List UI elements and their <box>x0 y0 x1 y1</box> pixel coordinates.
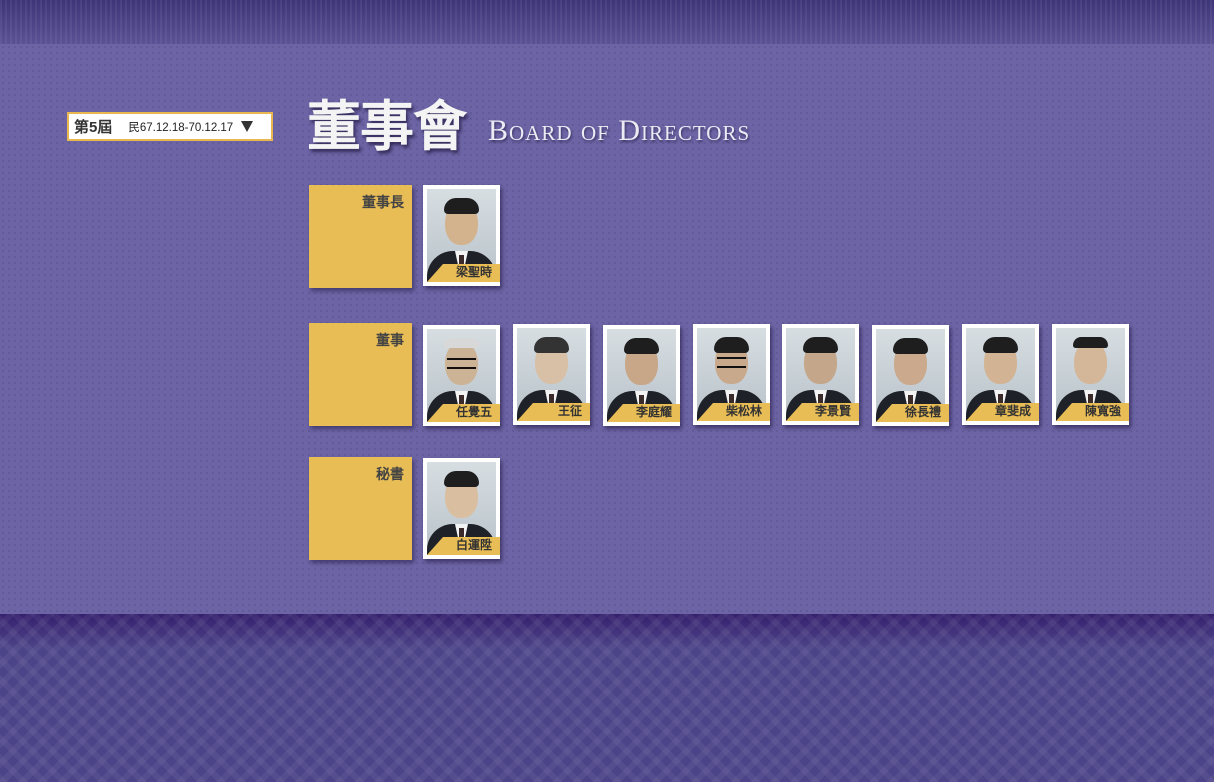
member-name: 王征 <box>557 404 582 418</box>
dropdown-arrow-icon[interactable] <box>241 121 254 132</box>
member-card[interactable]: 白運陞 <box>423 458 500 559</box>
role-label: 董事 <box>376 333 404 349</box>
member-name: 白運陞 <box>455 538 492 552</box>
term-label: 第5屆 <box>74 119 113 136</box>
role-box-chairman: 董事長 <box>309 185 412 288</box>
member-card[interactable]: 柴松林 <box>693 324 770 425</box>
member-name: 陳寬強 <box>1084 404 1121 418</box>
term-select[interactable]: 第5屆 民67.12.18-70.12.17 <box>67 112 273 141</box>
page-subtitle: Board of Directors <box>488 114 751 147</box>
member-name: 任覺五 <box>455 405 492 419</box>
member-card[interactable]: 李景賢 <box>782 324 859 425</box>
member-card[interactable]: 徐長禮 <box>872 325 949 426</box>
bottom-banner <box>0 614 1214 782</box>
member-card[interactable]: 李庭耀 <box>603 325 680 426</box>
member-card[interactable]: 章斐成 <box>962 324 1039 425</box>
member-name: 梁聖時 <box>455 265 492 279</box>
role-box-director: 董事 <box>309 323 412 426</box>
member-name: 徐長禮 <box>904 405 941 419</box>
member-name: 李庭耀 <box>635 405 672 419</box>
role-box-secretary: 秘書 <box>309 457 412 560</box>
member-card[interactable]: 梁聖時 <box>423 185 500 286</box>
member-card[interactable]: 陳寬強 <box>1052 324 1129 425</box>
term-dates: 民67.12.18-70.12.17 <box>128 121 234 134</box>
role-label: 董事長 <box>362 195 404 211</box>
member-name: 章斐成 <box>994 404 1031 418</box>
member-card[interactable]: 任覺五 <box>423 325 500 426</box>
member-name: 柴松林 <box>725 404 762 418</box>
member-name: 李景賢 <box>814 404 851 418</box>
page-title: 董事會 <box>307 94 467 158</box>
member-card[interactable]: 王征 <box>513 324 590 425</box>
top-banner <box>0 0 1214 44</box>
role-label: 秘書 <box>376 467 404 483</box>
